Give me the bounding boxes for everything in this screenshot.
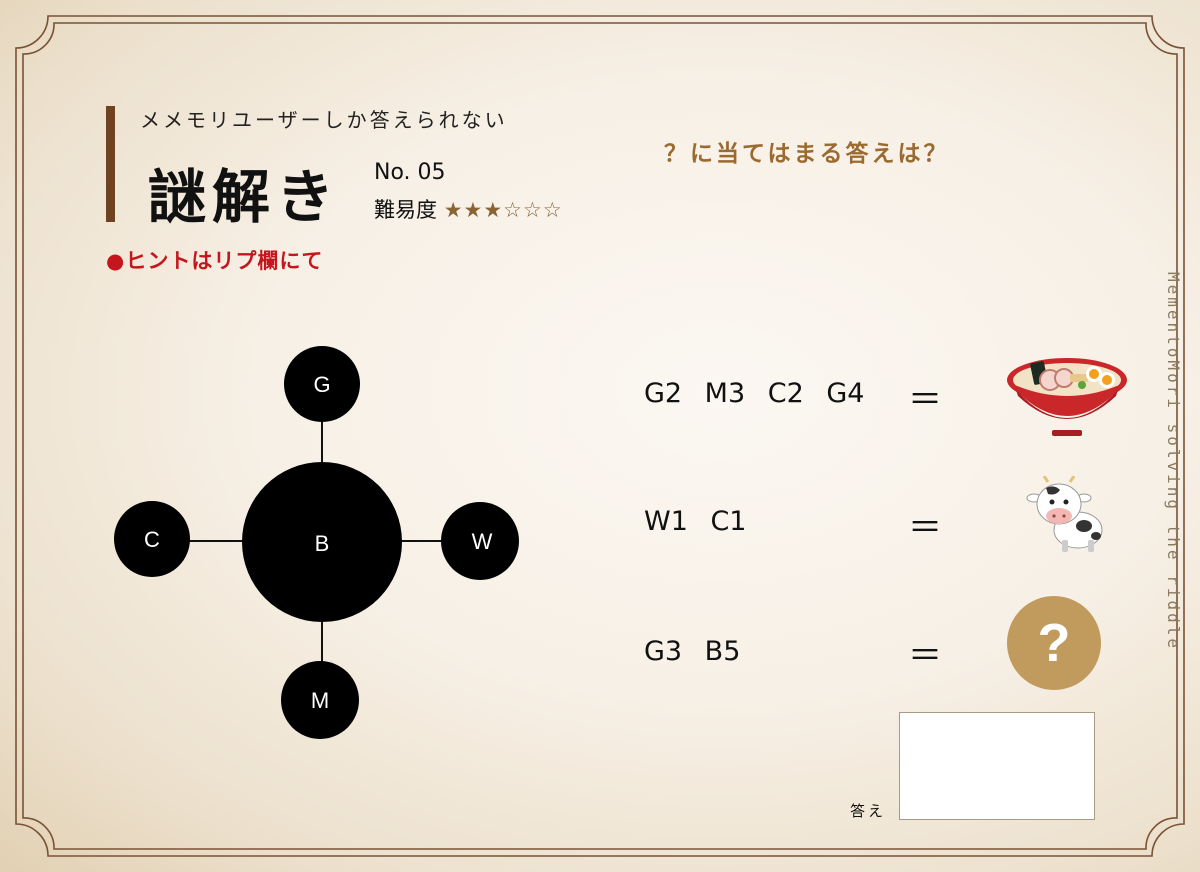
node-left-label: C [144,527,160,552]
node-bottom-label: M [311,688,329,713]
node-right-label: W [472,529,493,554]
question-mark-icon: ? [1007,596,1101,690]
equation-code-3: G3 B5 [644,636,741,667]
equation-code-1: G2 M3 C2 G4 [644,378,865,409]
unknown-symbol: ? [1038,613,1071,673]
node-top-label: G [313,372,330,397]
cow-icon [1026,476,1103,552]
equals-sign-2: ＝ [908,508,942,548]
answer-input-box[interactable] [899,712,1095,820]
answer-label: 答え [850,802,887,820]
node-center-label: B [315,531,330,556]
equals-sign-3: ＝ [908,636,942,676]
equation-code-2: W1 C1 [644,506,747,537]
ramen-bowl-icon [1007,358,1127,436]
equals-sign-1: ＝ [908,380,942,420]
